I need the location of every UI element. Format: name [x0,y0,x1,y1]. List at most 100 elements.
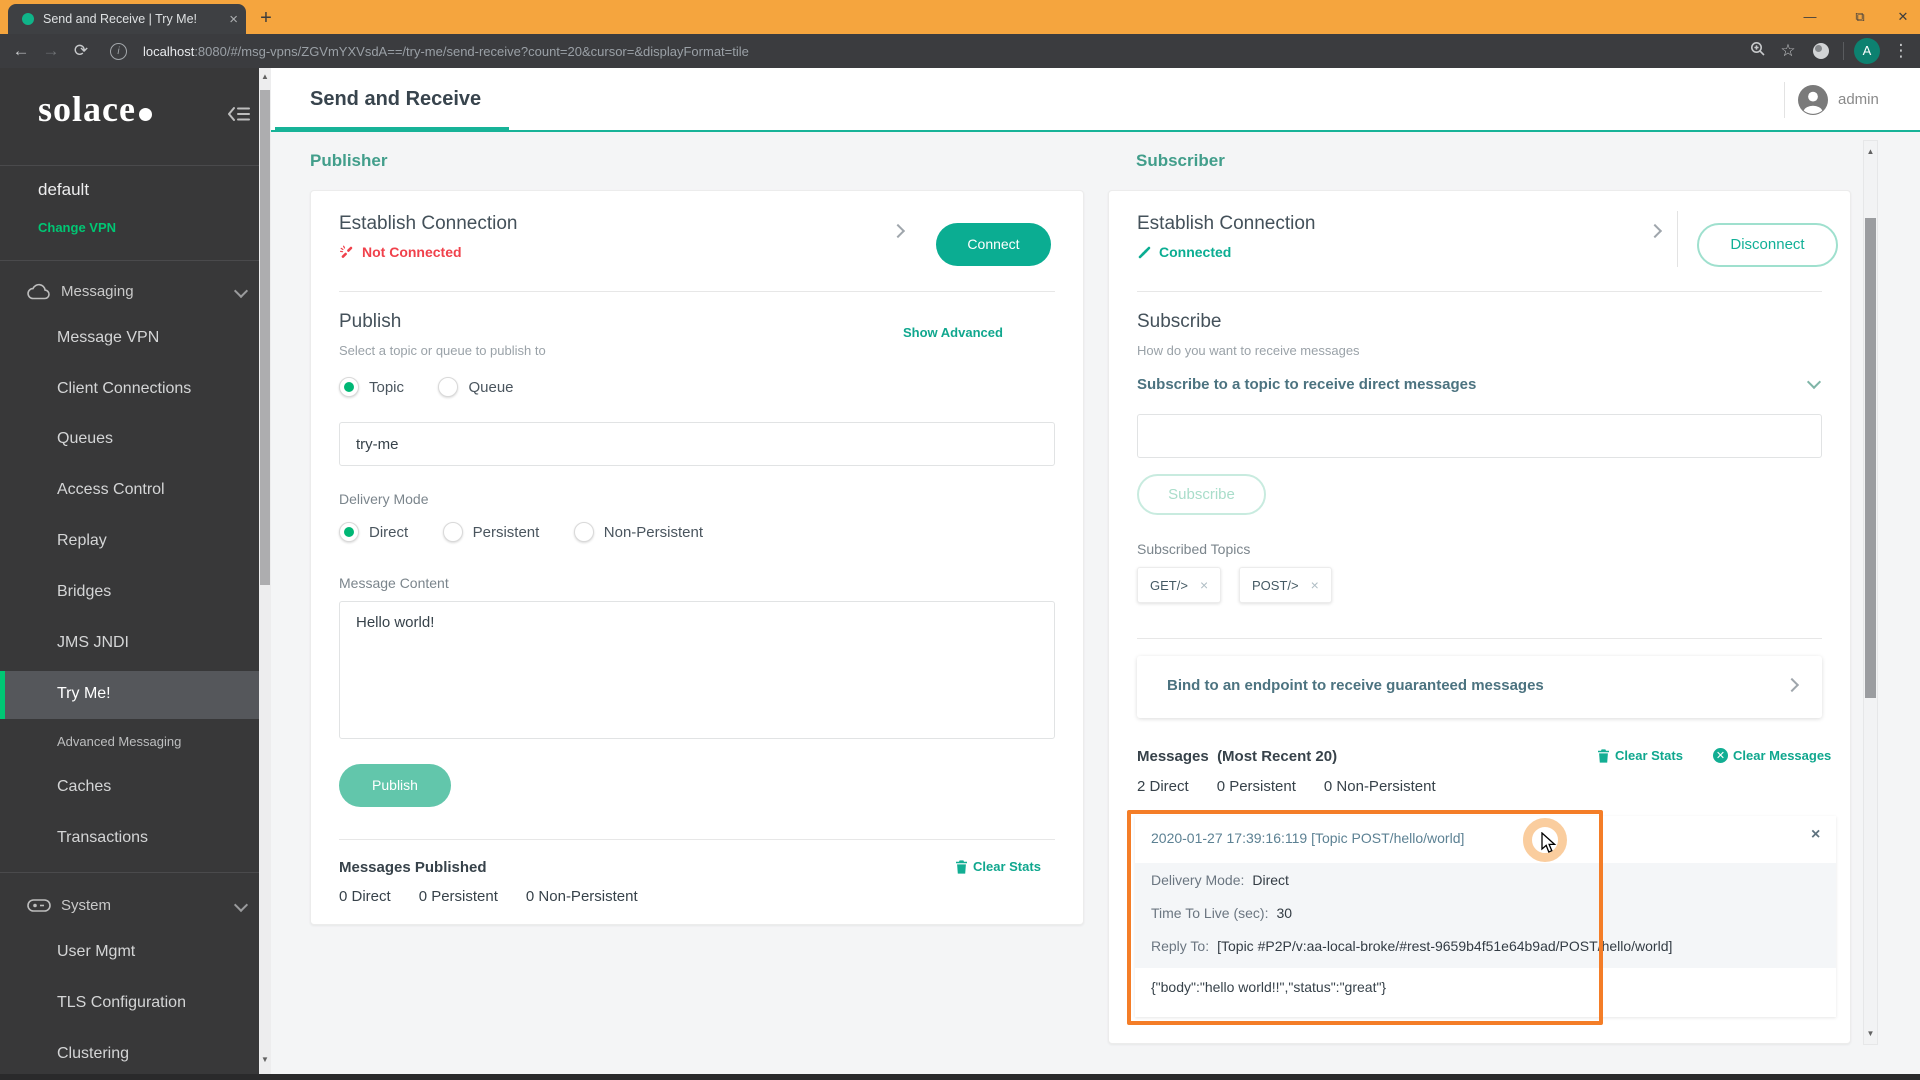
subscribe-topic-input[interactable] [1137,414,1822,458]
stat-direct: 2 Direct [1137,778,1189,795]
clear-messages-label: Clear Messages [1733,748,1832,763]
status-text: Not Connected [362,244,462,260]
browser-menu-icon[interactable]: ⋮ [1886,41,1916,61]
sidebar-item-access-control[interactable]: Access Control [57,481,165,499]
direct-radio[interactable] [339,522,359,542]
scroll-up-icon[interactable]: ▲ [1864,147,1877,156]
cloud-icon [27,283,50,300]
chevron-down-icon[interactable] [233,897,249,913]
bind-endpoint-row[interactable]: Bind to an endpoint to receive guarantee… [1137,656,1822,718]
broken-link-icon [340,245,353,258]
publish-target-radios: Topic Queue [339,377,514,397]
sidebar-item-message-vpn[interactable]: Message VPN [57,329,159,347]
change-vpn-link[interactable]: Change VPN [38,220,116,235]
extension-icon[interactable] [1813,43,1829,59]
sidebar-item-transactions[interactable]: Transactions [57,829,148,847]
remove-topic-icon[interactable]: × [1311,577,1319,593]
subscriber-connection-status: Connected [1137,244,1231,260]
sidebar-section-messaging[interactable]: Messaging [27,283,134,300]
sidebar-item-clustering[interactable]: Clustering [57,1045,129,1063]
connect-button[interactable]: Connect [936,223,1051,266]
sidebar-item-tls-configuration[interactable]: TLS Configuration [57,994,186,1012]
window-close-button[interactable]: ✕ [1888,6,1918,28]
back-icon[interactable]: ← [6,41,36,61]
page-title: Send and Receive [310,88,482,110]
publish-button[interactable]: Publish [339,764,451,807]
zoom-icon[interactable] [1743,41,1773,62]
reload-icon[interactable]: ⟳ [66,41,96,61]
publish-topic-input[interactable] [339,422,1055,466]
sidebar-item-advanced-messaging[interactable]: Advanced Messaging [57,734,181,749]
screen: Send and Receive | Try Me! × + — ⧉ ✕ ← →… [0,0,1920,1080]
persistent-radio[interactable] [442,522,463,542]
subscriber-heading: Subscriber [1136,151,1225,170]
browser-profile-avatar[interactable]: A [1854,38,1880,64]
subscribed-topic-chip: GET/> × [1137,567,1222,603]
message-content-label: Message Content [339,575,449,591]
sidebar-item-caches[interactable]: Caches [57,778,111,796]
sidebar-item-bridges[interactable]: Bridges [57,583,111,601]
sidebar-item-queues[interactable]: Queues [57,430,113,448]
content-scrollbar-thumb[interactable] [1865,218,1876,698]
sidebar-item-jms-jndi[interactable]: JMS JNDI [57,634,129,652]
divider [339,839,1055,840]
subscriber-stat-counts: 2 Direct 0 Persistent 0 Non-Persistent [1137,778,1436,795]
publisher-connection-title: Establish Connection [339,213,518,234]
window-minimize-button[interactable]: — [1795,6,1825,28]
disconnect-button[interactable]: Disconnect [1697,223,1838,267]
scroll-down-icon[interactable]: ▼ [259,1055,271,1064]
delivery-mode-label: Delivery Mode [339,491,429,507]
topic-chip-label: POST/> [1252,577,1299,593]
sidebar-item-user-mgmt[interactable]: User Mgmt [57,943,135,961]
non-persistent-radio[interactable] [573,522,594,542]
sidebar-section-system[interactable]: System [27,897,111,914]
forward-icon[interactable]: → [36,41,66,61]
logged-in-user[interactable]: admin [1838,91,1879,108]
window-maximize-button[interactable]: ⧉ [1845,6,1875,28]
chevron-right-icon[interactable] [1784,677,1800,693]
sidebar-item-replay[interactable]: Replay [57,532,107,550]
user-avatar-icon[interactable] [1798,85,1828,120]
sidebar-item-client-connections[interactable]: Client Connections [57,380,191,398]
topic-radio[interactable] [339,377,359,397]
bookmark-star-icon[interactable]: ☆ [1773,41,1803,61]
tab-close-icon[interactable]: × [229,11,238,28]
chevron-right-icon[interactable] [1647,223,1663,239]
scroll-down-icon[interactable]: ▼ [1864,1029,1877,1038]
sidebar-divider [0,165,259,166]
address-bar[interactable]: localhost:8080/#/msg-vpns/ZGVmYXVsdA==/t… [143,44,1743,59]
stat-persistent: 0 Persistent [1216,778,1296,795]
site-info-icon[interactable]: i [110,42,127,60]
queue-radio-label: Queue [468,378,514,396]
sidebar-scrollbar-thumb[interactable] [260,90,270,585]
sidebar-collapse-icon[interactable] [227,106,250,127]
browser-tab[interactable]: Send and Receive | Try Me! × [8,4,246,34]
subscribe-direct-accordion[interactable]: Subscribe to a topic to receive direct m… [1137,376,1476,393]
message-content-textarea[interactable] [339,601,1055,739]
sidebar-section-label: Messaging [61,283,134,300]
clear-messages-link[interactable]: ✕ Clear Messages [1713,748,1831,763]
show-advanced-link[interactable]: Show Advanced [903,325,1003,340]
direct-radio-label: Direct [369,523,409,541]
chevron-right-icon[interactable] [890,223,906,239]
status-text: Connected [1159,244,1232,260]
publisher-clear-stats-link[interactable]: Clear Stats [955,859,1041,874]
clear-stats-label: Clear Stats [1615,748,1683,763]
subscriber-clear-stats-link[interactable]: Clear Stats [1597,748,1683,763]
divider [1677,211,1678,267]
remove-topic-icon[interactable]: × [1200,577,1208,593]
chevron-down-icon[interactable] [233,283,249,299]
sidebar-item-try-me[interactable]: Try Me! [57,685,111,703]
scroll-up-icon[interactable]: ▲ [259,72,271,81]
message-close-icon[interactable]: × [1811,826,1820,844]
current-vpn-name: default [38,180,90,199]
divider [1137,638,1822,639]
subscribed-topics-label: Subscribed Topics [1137,541,1251,557]
new-tab-button[interactable]: + [254,6,278,30]
subscribe-button[interactable]: Subscribe [1137,474,1266,515]
queue-radio[interactable] [438,377,459,397]
browser-toolbar: ← → ⟳ i localhost:8080/#/msg-vpns/ZGVmYX… [0,34,1920,68]
tab-favicon [22,13,34,25]
window-bottom-edge [0,1074,1920,1080]
chevron-down-icon[interactable] [1806,374,1822,390]
